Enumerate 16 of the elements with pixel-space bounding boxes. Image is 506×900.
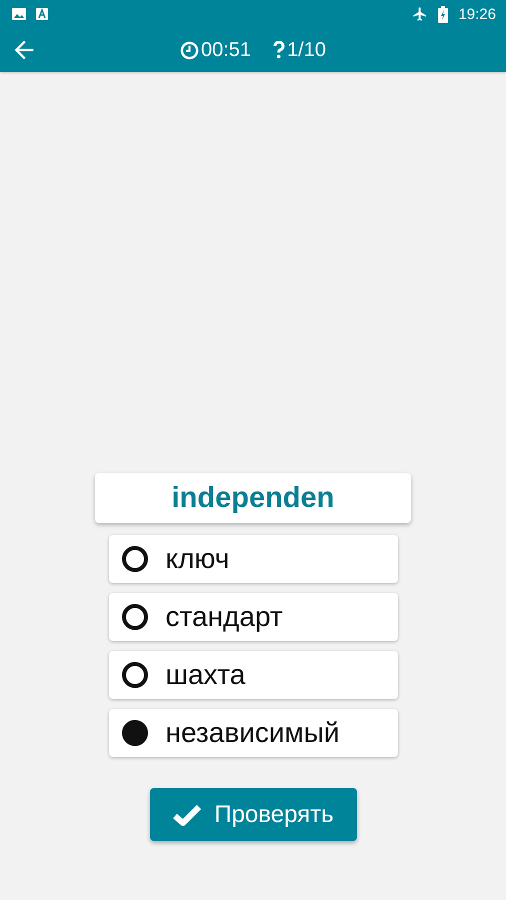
question-icon [273, 41, 286, 59]
answer-option[interactable]: стандарт [108, 593, 398, 641]
answer-option[interactable]: шахта [108, 651, 398, 699]
image-icon [12, 8, 26, 20]
answer-option[interactable]: независимый [108, 709, 398, 757]
airplane-icon [412, 6, 428, 22]
timer-text: 00:51 [201, 38, 252, 62]
font-icon [36, 8, 48, 20]
word-card: independen [95, 473, 411, 523]
check-button[interactable]: Проверять [150, 788, 356, 841]
clock-icon [180, 40, 199, 60]
question-counter: 1/10 [287, 38, 326, 62]
check-icon [172, 802, 202, 826]
answer-option[interactable]: ключ [108, 535, 398, 583]
status-time: 19:26 [458, 6, 496, 22]
battery-charging-icon [438, 6, 448, 22]
